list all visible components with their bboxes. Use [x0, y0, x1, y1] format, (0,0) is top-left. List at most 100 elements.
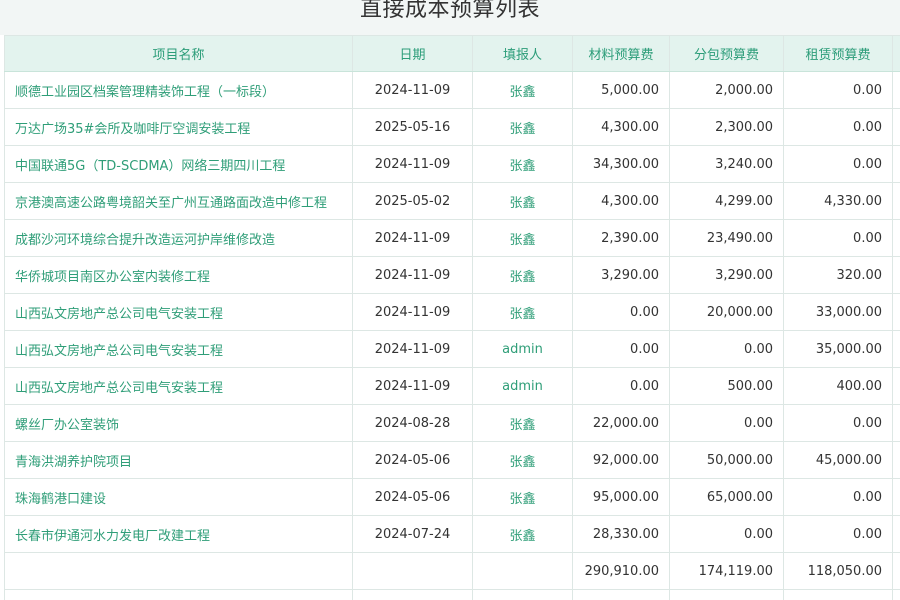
- extra-cell: [892, 441, 900, 479]
- table-row[interactable]: 成都沙河环境综合提升改造运河护岸维修改造 2024-11-09 张鑫 2,390.00…: [4, 219, 900, 257]
- date-cell: 2024-11-09: [352, 145, 473, 183]
- material-budget-cell: 22,000.00: [572, 404, 670, 442]
- date-cell: 2024-11-09: [352, 256, 473, 294]
- total-rental-cell: 118,050.00: [783, 552, 893, 590]
- reporter-cell: 张鑫: [472, 256, 573, 294]
- page: 直接成本预算列表 项目名称 日期 填报人 材料预算费 分包预算费 租赁预算费 顺…: [0, 0, 900, 600]
- subcontract-budget-cell: 65,000.00: [669, 478, 784, 516]
- reporter-cell: admin: [472, 367, 573, 405]
- extra-cell: [892, 478, 900, 516]
- extra-cell: [892, 145, 900, 183]
- total-subcontract-cell: 174,119.00: [669, 552, 784, 590]
- table-row[interactable]: 山西弘文房地产总公司电气安装工程 2024-11-09 张鑫 0.00 20,000.0…: [4, 293, 900, 331]
- rental-budget-cell: 0.00: [783, 219, 893, 257]
- project-name-link[interactable]: 山西弘文房地产总公司电气安装工程: [4, 330, 353, 368]
- extra-cell: [892, 404, 900, 442]
- table-row[interactable]: 华侨城项目南区办公室内装修工程 2024-11-09 张鑫 3,290.00 3,290…: [4, 256, 900, 294]
- table-row[interactable]: 螺丝厂办公室装饰 2024-08-28 张鑫 22,000.00 0.00 0.00: [4, 404, 900, 442]
- extra-cell: [892, 256, 900, 294]
- material-budget-cell: 3,290.00: [572, 256, 670, 294]
- total-material-cell: 290,910.00: [572, 589, 670, 600]
- page-title: 直接成本预算列表: [359, 0, 540, 22]
- extra-cell: [892, 219, 900, 257]
- subcontract-budget-cell: 3,240.00: [669, 145, 784, 183]
- subcontract-budget-cell: 4,299.00: [669, 182, 784, 220]
- total-empty-cell: [352, 589, 473, 600]
- date-cell: 2024-11-09: [352, 330, 473, 368]
- project-name-link[interactable]: 华侨城项目南区办公室内装修工程: [4, 256, 353, 294]
- column-header-date[interactable]: 日期: [352, 35, 473, 72]
- table-row[interactable]: 长春市伊通河水力发电厂改建工程 2024-07-24 张鑫 28,330.00 0.00…: [4, 515, 900, 553]
- total-empty-cell: [4, 589, 353, 600]
- material-budget-cell: 0.00: [572, 330, 670, 368]
- project-name-link[interactable]: 中国联通5G（TD-SCDMA）网络三期四川工程: [4, 145, 353, 183]
- total-row: 290,910.00174,119.00118,050.00: [4, 552, 900, 590]
- table-row[interactable]: 山西弘文房地产总公司电气安装工程 2024-11-09 admin 0.00 500.0…: [4, 367, 900, 405]
- extra-cell: [892, 515, 900, 553]
- date-cell: 2024-05-06: [352, 441, 473, 479]
- extra-cell: [892, 367, 900, 405]
- extra-cell: [892, 589, 900, 600]
- material-budget-cell: 28,330.00: [572, 515, 670, 553]
- project-name-link[interactable]: 山西弘文房地产总公司电气安装工程: [4, 367, 353, 405]
- material-budget-cell: 4,300.00: [572, 108, 670, 146]
- rental-budget-cell: 0.00: [783, 145, 893, 183]
- rental-budget-cell: 0.00: [783, 404, 893, 442]
- reporter-cell: 张鑫: [472, 441, 573, 479]
- subcontract-budget-cell: 2,000.00: [669, 71, 784, 109]
- subcontract-budget-cell: 0.00: [669, 515, 784, 553]
- project-name-link[interactable]: 长春市伊通河水力发电厂改建工程: [4, 515, 353, 553]
- date-cell: 2024-11-09: [352, 219, 473, 257]
- table-row[interactable]: 青海洪湖养护院项目 2024-05-06 张鑫 92,000.00 50,000.00 4…: [4, 441, 900, 479]
- rental-budget-cell: 0.00: [783, 108, 893, 146]
- date-cell: 2024-11-09: [352, 293, 473, 331]
- rental-budget-cell: 35,000.00: [783, 330, 893, 368]
- subcontract-budget-cell: 0.00: [669, 330, 784, 368]
- date-cell: 2024-05-06: [352, 478, 473, 516]
- date-cell: 2025-05-16: [352, 108, 473, 146]
- project-name-link[interactable]: 山西弘文房地产总公司电气安装工程: [4, 293, 353, 331]
- total-rental-cell: 118,050.00: [783, 589, 893, 600]
- rental-budget-cell: 320.00: [783, 256, 893, 294]
- rental-budget-cell: 33,000.00: [783, 293, 893, 331]
- column-header-name[interactable]: 项目名称: [4, 35, 353, 72]
- budget-table: 项目名称 日期 填报人 材料预算费 分包预算费 租赁预算费 顺德工业园区档案管理…: [4, 35, 900, 600]
- table-row[interactable]: 中国联通5G（TD-SCDMA）网络三期四川工程 2024-11-09 张鑫 34,3…: [4, 145, 900, 183]
- subcontract-budget-cell: 23,490.00: [669, 219, 784, 257]
- rental-budget-cell: 0.00: [783, 515, 893, 553]
- project-name-link[interactable]: 京港澳高速公路粤境韶关至广州互通路面改造中修工程: [4, 182, 353, 220]
- project-name-link[interactable]: 顺德工业园区档案管理精装饰工程（一标段）: [4, 71, 353, 109]
- column-header-subcontract[interactable]: 分包预算费: [669, 35, 784, 72]
- extra-cell: [892, 293, 900, 331]
- total-subcontract-cell: 174,119.00: [669, 589, 784, 600]
- rental-budget-cell: 400.00: [783, 367, 893, 405]
- date-cell: 2024-11-09: [352, 71, 473, 109]
- total-material-cell: 290,910.00: [572, 552, 670, 590]
- extra-cell: [892, 330, 900, 368]
- reporter-cell: 张鑫: [472, 182, 573, 220]
- table-row[interactable]: 山西弘文房地产总公司电气安装工程 2024-11-09 admin 0.00 0.00 3…: [4, 330, 900, 368]
- extra-cell: [892, 552, 900, 590]
- total-row: 290,910.00174,119.00118,050.00: [4, 589, 900, 600]
- table-row[interactable]: 顺德工业园区档案管理精装饰工程（一标段） 2024-11-09 张鑫 5,000.00…: [4, 71, 900, 109]
- column-header-material[interactable]: 材料预算费: [572, 35, 670, 72]
- subcontract-budget-cell: 2,300.00: [669, 108, 784, 146]
- table-row[interactable]: 京港澳高速公路粤境韶关至广州互通路面改造中修工程 2025-05-02 张鑫 4,30…: [4, 182, 900, 220]
- date-cell: 2024-08-28: [352, 404, 473, 442]
- project-name-link[interactable]: 青海洪湖养护院项目: [4, 441, 353, 479]
- project-name-link[interactable]: 万达广场35#会所及咖啡厅空调安装工程: [4, 108, 353, 146]
- column-header-reporter[interactable]: 填报人: [472, 35, 573, 72]
- project-name-link[interactable]: 成都沙河环境综合提升改造运河护岸维修改造: [4, 219, 353, 257]
- table-row[interactable]: 珠海鹤港口建设 2024-05-06 张鑫 95,000.00 65,000.00 0.0…: [4, 478, 900, 516]
- project-name-link[interactable]: 螺丝厂办公室装饰: [4, 404, 353, 442]
- reporter-cell: 张鑫: [472, 71, 573, 109]
- date-cell: 2024-11-09: [352, 367, 473, 405]
- column-header-rental[interactable]: 租赁预算费: [783, 35, 893, 72]
- table-header-row: 项目名称 日期 填报人 材料预算费 分包预算费 租赁预算费: [4, 35, 900, 72]
- reporter-cell: 张鑫: [472, 404, 573, 442]
- table-row[interactable]: 万达广场35#会所及咖啡厅空调安装工程 2025-05-16 张鑫 4,300.00 2…: [4, 108, 900, 146]
- material-budget-cell: 0.00: [572, 293, 670, 331]
- material-budget-cell: 0.00: [572, 367, 670, 405]
- subcontract-budget-cell: 50,000.00: [669, 441, 784, 479]
- project-name-link[interactable]: 珠海鹤港口建设: [4, 478, 353, 516]
